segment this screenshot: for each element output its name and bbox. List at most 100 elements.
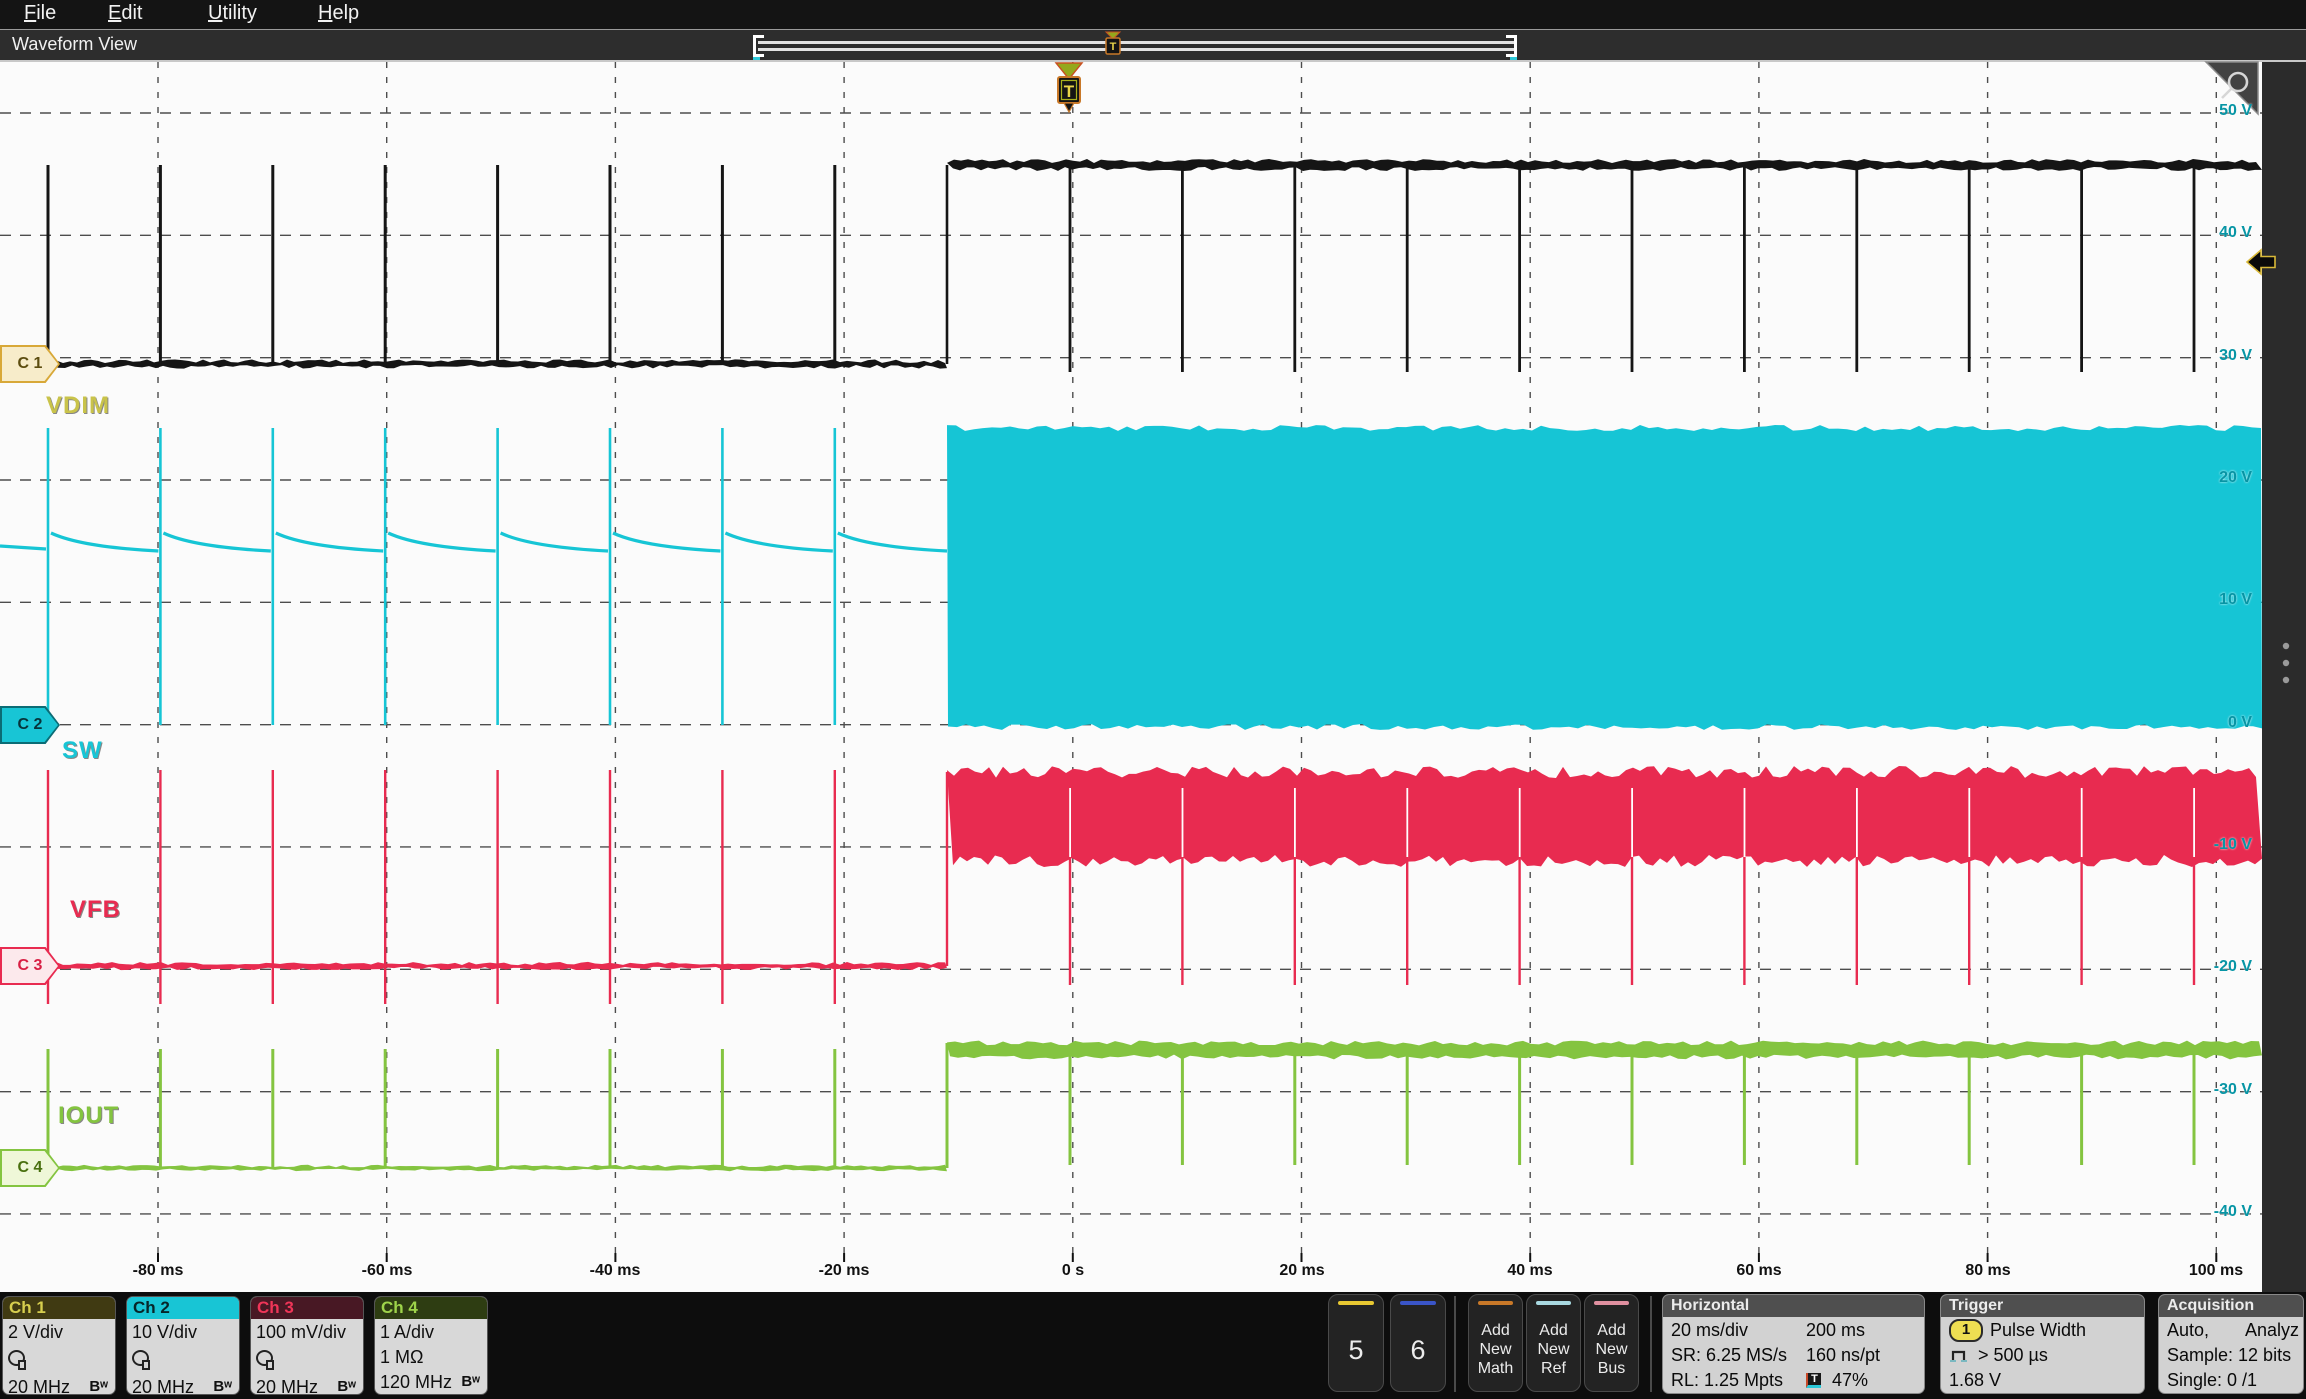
svg-text:T: T (1064, 82, 1075, 101)
x-axis-label: -80 ms (110, 1262, 206, 1280)
panel-drag-handle[interactable] (2283, 643, 2289, 683)
button-color-stripe (1338, 1301, 1374, 1305)
svg-text:T: T (1110, 41, 1117, 53)
channel-badge-3[interactable]: Ch 3100 mV/div 20 MHz Bʷ (250, 1296, 364, 1395)
trigger-condition: > 500 µs (1978, 1343, 2048, 1368)
slot-button-6[interactable]: 6 (1390, 1294, 1446, 1392)
trigger-level: 1.68 V (1949, 1368, 2001, 1393)
y-axis-label: 20 V (2190, 469, 2252, 487)
horizontal-value: 200 ms (1806, 1318, 1880, 1343)
add-new-bus-button[interactable]: AddNewBus (1584, 1294, 1639, 1392)
channel-flag-label: C 1 (2, 347, 58, 381)
horizontal-panel[interactable]: Horizontal 20 ms/divSR: 6.25 MS/sRL: 1.2… (1662, 1294, 1925, 1394)
y-axis-label: -10 V (2190, 836, 2252, 854)
acquisition-mode2: Analyz (2245, 1318, 2299, 1343)
x-axis-label: 40 ms (1482, 1262, 1578, 1280)
y-axis-label: -20 V (2190, 958, 2252, 976)
trace-label-vdim: VDIM (46, 392, 110, 420)
channel-coupling (132, 1350, 234, 1375)
trace-label-vfb: VFB (70, 896, 121, 924)
acquisition-panel[interactable]: Acquisition Auto, Analyz Sample: 12 bits… (2158, 1294, 2304, 1394)
channel-bandwidth: 20 MHz (256, 1375, 318, 1395)
add-new-ref-button[interactable]: AddNewRef (1526, 1294, 1581, 1392)
button-color-stripe (1536, 1301, 1571, 1305)
horizontal-panel-title: Horizontal (1663, 1295, 1924, 1317)
horizontal-value: RL: 1.25 Mpts (1671, 1368, 1787, 1393)
x-axis-label: 80 ms (1940, 1262, 2036, 1280)
x-axis-label: 100 ms (2168, 1262, 2264, 1280)
bandwidth-limit-badge: Bʷ (337, 1375, 358, 1395)
y-axis-label: -30 V (2190, 1081, 2252, 1099)
y-axis-label: 50 V (2190, 102, 2252, 120)
waveform-graticule[interactable]: TT (0, 0, 2306, 1292)
horizontal-value: 160 ns/pt (1806, 1343, 1880, 1368)
channel-flag-label: C 2 (2, 708, 58, 742)
acquisition-panel-title: Acquisition (2159, 1295, 2303, 1317)
horizontal-value-text: 200 ms (1806, 1318, 1865, 1343)
bottom-settings-bar: Ch 12 V/div20 MHzBʷCh 210 V/div20 MHzBʷC… (0, 1292, 2306, 1399)
horizontal-value-text: 47% (1832, 1368, 1868, 1393)
bandwidth-limit-badge: Bʷ (461, 1370, 482, 1394)
horizontal-value: 20 ms/div (1671, 1318, 1787, 1343)
trigger-position-icon: T (1806, 1373, 1821, 1388)
horizontal-value-text: 160 ns/pt (1806, 1343, 1880, 1368)
x-axis-label: 0 s (1025, 1262, 1121, 1280)
trace-label-iout: IOUT (58, 1102, 119, 1130)
y-axis-label: 0 V (2190, 714, 2252, 732)
probe-icon (8, 1350, 25, 1366)
channel-coupling (256, 1350, 358, 1375)
channel-coupling (8, 1350, 110, 1375)
slot-button-5[interactable]: 5 (1328, 1294, 1384, 1392)
channel-flag-label: C 3 (2, 949, 58, 983)
probe-icon (132, 1350, 149, 1366)
add-new-math-button[interactable]: AddNewMath (1468, 1294, 1523, 1392)
button-label-line: New (1527, 1340, 1580, 1359)
channel-badge-4[interactable]: Ch 41 A/div1 MΩ120 MHzBʷ (374, 1296, 488, 1395)
trigger-source-badge: 1 (1949, 1319, 1983, 1342)
horizontal-value: T 47% (1806, 1368, 1880, 1393)
x-axis-label: 20 ms (1254, 1262, 1350, 1280)
overview-trigger-marker[interactable]: T (1106, 32, 1120, 54)
button-color-stripe (1594, 1301, 1629, 1305)
button-label-line: Add (1527, 1321, 1580, 1340)
channel-badge-title: Ch 1 (3, 1297, 115, 1319)
channel-flag-label: C 4 (2, 1151, 58, 1185)
x-axis-label: 60 ms (1711, 1262, 1807, 1280)
y-axis-label: -40 V (2190, 1203, 2252, 1221)
button-color-stripe (1400, 1301, 1436, 1305)
horizontal-value: SR: 6.25 MS/s (1671, 1343, 1787, 1368)
probe-icon (256, 1350, 273, 1366)
channel-badge-title: Ch 2 (127, 1297, 239, 1319)
trigger-panel-title: Trigger (1941, 1295, 2144, 1317)
divider (1454, 1296, 1456, 1392)
y-axis-label: 40 V (2190, 224, 2252, 242)
button-color-stripe (1478, 1301, 1513, 1305)
acquisition-sample: Sample: 12 bits (2167, 1343, 2291, 1368)
button-label-line: Add (1585, 1321, 1638, 1340)
channel-scale: 1 A/div (380, 1320, 482, 1345)
bandwidth-limit-badge: Bʷ (89, 1375, 110, 1395)
trigger-panel[interactable]: Trigger 1 Pulse Width > 500 µs 1.68 V (1940, 1294, 2145, 1394)
channel-badge-2[interactable]: Ch 210 V/div20 MHzBʷ (126, 1296, 240, 1395)
button-label-line: New (1469, 1340, 1522, 1359)
y-axis-label: 10 V (2190, 591, 2252, 609)
x-axis-label: -60 ms (339, 1262, 435, 1280)
button-label-line: Bus (1585, 1359, 1638, 1378)
button-label-line: Ref (1527, 1359, 1580, 1378)
channel-badge-title: Ch 3 (251, 1297, 363, 1319)
channel-bandwidth: 20 MHz (8, 1375, 70, 1395)
x-axis-label: -40 ms (567, 1262, 663, 1280)
channel-badge-1[interactable]: Ch 12 V/div 20 MHz Bʷ (2, 1296, 116, 1395)
button-label-line: Math (1469, 1359, 1522, 1378)
channel-coupling: 1 MΩ (380, 1345, 482, 1370)
channel-badges: Ch 12 V/div20 MHzBʷCh 210 V/div20 MHzBʷC… (2, 1296, 488, 1395)
channel-scale: 10 V/div (132, 1320, 234, 1345)
pulse-width-icon (1949, 1348, 1971, 1364)
button-label-line: Add (1469, 1321, 1522, 1340)
channel-scale: 2 V/div (8, 1320, 110, 1345)
channel-badge-title: Ch 4 (375, 1297, 487, 1319)
channel-scale: 100 mV/div (256, 1320, 358, 1345)
acquisition-mode: Auto, (2167, 1318, 2209, 1343)
bandwidth-limit-badge: Bʷ (213, 1375, 234, 1395)
y-axis-label: 30 V (2190, 347, 2252, 365)
